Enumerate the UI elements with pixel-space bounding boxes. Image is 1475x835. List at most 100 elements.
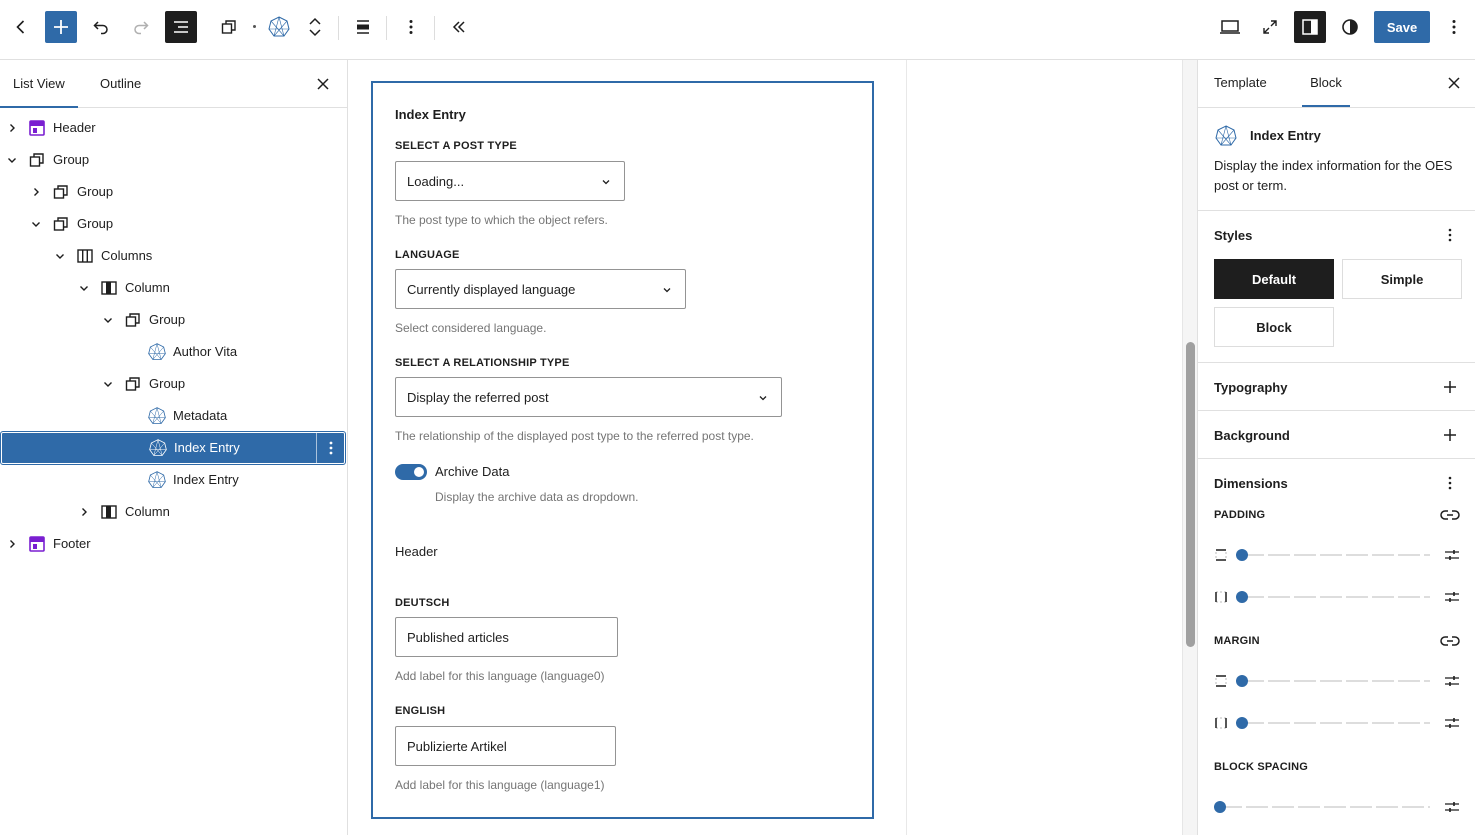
chevron-right-icon[interactable]: [4, 536, 20, 552]
archive-toggle[interactable]: [395, 464, 427, 480]
slider-handle[interactable]: [1236, 675, 1248, 687]
slider-handle[interactable]: [1236, 717, 1248, 729]
custom-value-icon[interactable]: [1444, 589, 1460, 605]
chevron-down-icon[interactable]: [28, 216, 44, 232]
custom-value-icon[interactable]: [1444, 547, 1460, 563]
plus-icon[interactable]: [1438, 423, 1462, 447]
style-block-button[interactable]: Block: [1214, 307, 1334, 347]
style-default-button[interactable]: Default: [1214, 259, 1334, 299]
english-input[interactable]: Publizierte Artikel: [395, 726, 616, 766]
english-help: Add label for this language (language1): [395, 778, 605, 792]
more-options-icon[interactable]: [316, 432, 345, 464]
custom-value-icon[interactable]: [1444, 715, 1460, 731]
plus-icon[interactable]: [1438, 375, 1462, 399]
back-icon[interactable]: [5, 11, 37, 43]
canvas-column-right: [906, 60, 1182, 835]
divider: [1198, 210, 1475, 211]
deutsch-input[interactable]: Published articles: [395, 617, 618, 657]
chevron-down-icon[interactable]: [76, 280, 92, 296]
oes-icon: [147, 406, 167, 426]
desktop-preview-icon[interactable]: [1214, 11, 1246, 43]
chevron-right-icon[interactable]: [4, 120, 20, 136]
tree-item[interactable]: Group: [0, 208, 346, 240]
list-view-tabs: List View Outline: [0, 60, 347, 108]
undo-icon[interactable]: [85, 11, 117, 43]
tree-item[interactable]: Footer: [0, 528, 346, 560]
index-entry-block[interactable]: Index Entry Select a post type Loading..…: [371, 81, 874, 819]
tree-item[interactable]: Group: [0, 176, 346, 208]
redo-icon[interactable]: [125, 11, 157, 43]
styles-options-icon[interactable]: [1438, 223, 1462, 247]
padding-horizontal-slider[interactable]: [1214, 587, 1460, 607]
toolbar-separator: [338, 16, 339, 40]
tree-item[interactable]: Column: [0, 272, 346, 304]
group-icon: [51, 214, 71, 234]
align-icon[interactable]: [347, 11, 379, 43]
tree-item-label: Header: [53, 120, 96, 135]
scrollbar-thumb[interactable]: [1186, 342, 1195, 647]
more-options-icon[interactable]: [395, 11, 427, 43]
chevron-down-icon[interactable]: [100, 312, 116, 328]
close-icon[interactable]: [313, 74, 333, 94]
tree-item[interactable]: Header: [0, 112, 346, 144]
tab-outline[interactable]: Outline: [100, 60, 141, 108]
group-icon: [123, 374, 143, 394]
background-title[interactable]: Background: [1214, 428, 1290, 443]
fullscreen-icon[interactable]: [1254, 11, 1286, 43]
block-spacing-slider[interactable]: [1214, 797, 1460, 817]
relationship-select[interactable]: Display the referred post: [395, 377, 782, 417]
toolbar-separator: [434, 16, 435, 40]
settings-sidebar-icon[interactable]: [1294, 11, 1326, 43]
link-sides-icon[interactable]: [1438, 503, 1462, 527]
block-inserter-button[interactable]: [45, 11, 77, 43]
chevron-down-icon[interactable]: [100, 376, 116, 392]
styles-title: Styles: [1214, 228, 1253, 243]
group-block-icon[interactable]: [213, 11, 245, 43]
style-simple-button[interactable]: Simple: [1342, 259, 1462, 299]
canvas-scrollbar[interactable]: [1182, 60, 1197, 835]
post-type-value: Loading...: [407, 173, 465, 189]
tab-template[interactable]: Template: [1214, 60, 1267, 107]
post-type-select[interactable]: Loading...: [395, 161, 625, 201]
template-part-icon: [27, 534, 47, 554]
tree-item[interactable]: Column: [0, 496, 346, 528]
link-sides-icon[interactable]: [1438, 629, 1462, 653]
slider-handle[interactable]: [1236, 591, 1248, 603]
tab-block[interactable]: Block: [1302, 60, 1350, 107]
tab-list-view[interactable]: List View: [0, 60, 78, 108]
chevron-right-icon[interactable]: [76, 504, 92, 520]
chevron-right-icon[interactable]: [28, 184, 44, 200]
margin-vertical-slider[interactable]: [1214, 671, 1460, 691]
tree-item[interactable]: Metadata: [0, 400, 346, 432]
margin-horizontal-slider[interactable]: [1214, 713, 1460, 733]
custom-value-icon[interactable]: [1444, 799, 1460, 815]
custom-value-icon[interactable]: [1444, 673, 1460, 689]
styles-contrast-icon[interactable]: [1334, 11, 1366, 43]
tree-item[interactable]: Columns: [0, 240, 346, 272]
tree-item[interactable]: Index Entry: [0, 431, 346, 465]
chevron-down-icon[interactable]: [52, 248, 68, 264]
oes-block-icon[interactable]: [263, 11, 295, 43]
tree-item[interactable]: Index Entry: [0, 464, 346, 496]
dimensions-options-icon[interactable]: [1438, 471, 1462, 495]
slider-handle[interactable]: [1214, 801, 1226, 813]
chevron-down-icon[interactable]: [4, 152, 20, 168]
slider-handle[interactable]: [1236, 549, 1248, 561]
divider: [1198, 107, 1475, 108]
typography-title[interactable]: Typography: [1214, 380, 1287, 395]
archive-label: Archive Data: [435, 464, 510, 479]
padding-vertical-slider[interactable]: [1214, 545, 1460, 565]
post-type-label: Select a post type: [395, 140, 517, 152]
save-button[interactable]: Save: [1374, 11, 1430, 43]
language-select[interactable]: Currently displayed language: [395, 269, 686, 309]
tree-item[interactable]: Group: [0, 368, 346, 400]
tree-item[interactable]: Author Vita: [0, 336, 346, 368]
tree-item[interactable]: Group: [0, 304, 346, 336]
collapse-toolbar-icon[interactable]: [443, 11, 475, 43]
close-icon[interactable]: [1444, 73, 1464, 93]
options-menu-icon[interactable]: [1438, 11, 1470, 43]
canvas-column-left: Index Entry Select a post type Loading..…: [348, 60, 906, 835]
document-overview-button[interactable]: [165, 11, 197, 43]
move-up-down-icon[interactable]: [299, 11, 331, 43]
tree-item[interactable]: Group: [0, 144, 346, 176]
